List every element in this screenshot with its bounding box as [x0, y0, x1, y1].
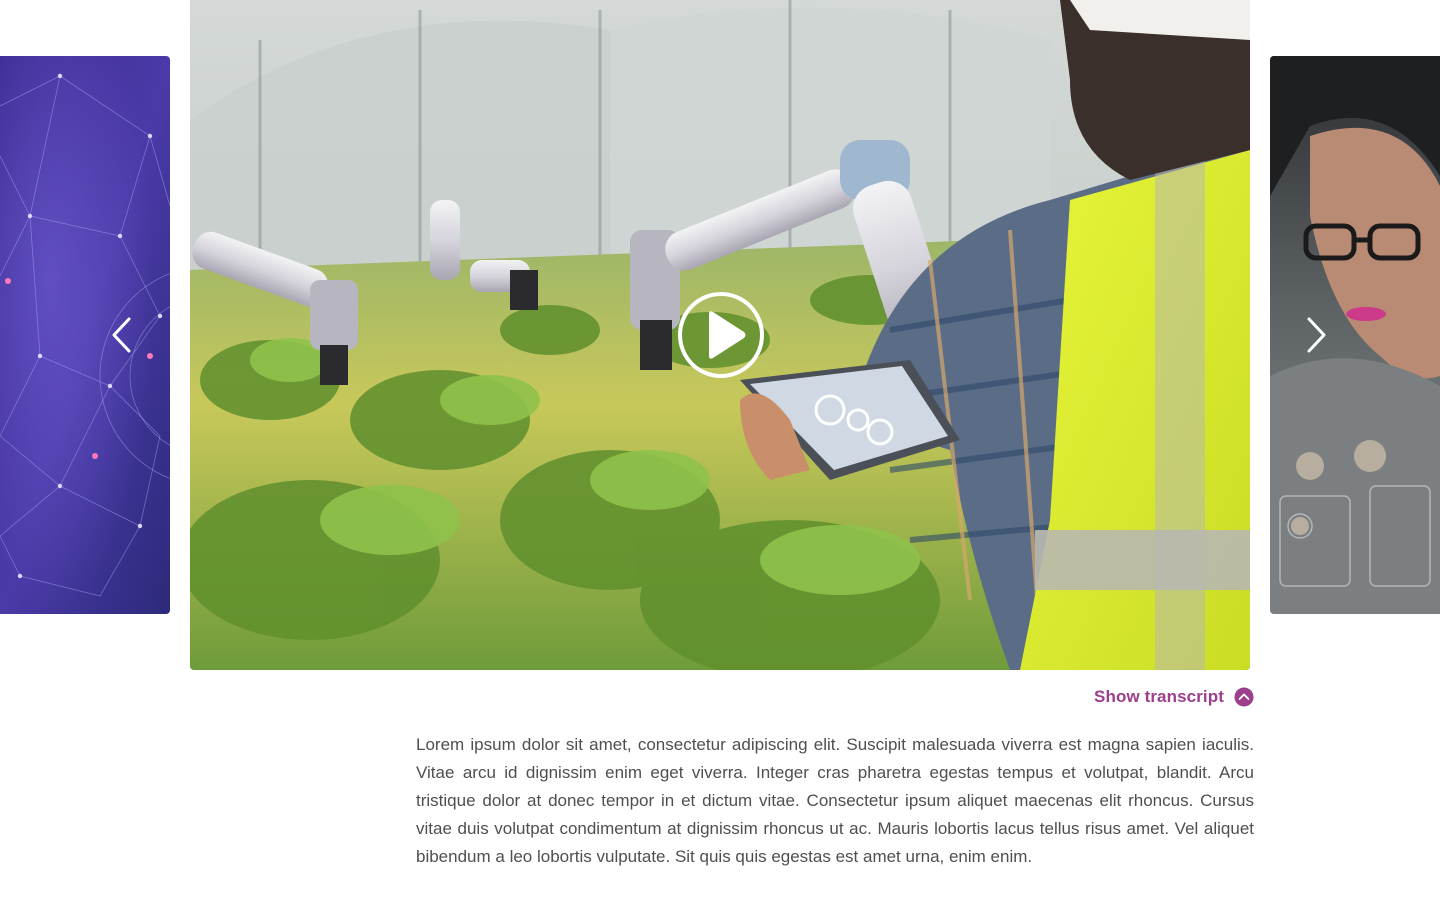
- show-transcript-label: Show transcript: [1094, 687, 1224, 706]
- chevron-left-icon: [112, 317, 131, 353]
- carousel-slide-previous[interactable]: [0, 56, 170, 614]
- carousel-next-button[interactable]: [1295, 305, 1339, 365]
- video-play-button[interactable]: [676, 290, 766, 380]
- network-globe-image: [0, 56, 170, 614]
- carousel-previous-button[interactable]: [99, 305, 143, 365]
- show-transcript-button[interactable]: Show transcript: [1094, 687, 1254, 707]
- play-icon: [678, 292, 764, 378]
- chevron-up-circle-icon: [1234, 687, 1254, 707]
- chevron-right-icon: [1307, 317, 1326, 353]
- transcript-text: Lorem ipsum dolor sit amet, consectetur …: [416, 735, 1254, 866]
